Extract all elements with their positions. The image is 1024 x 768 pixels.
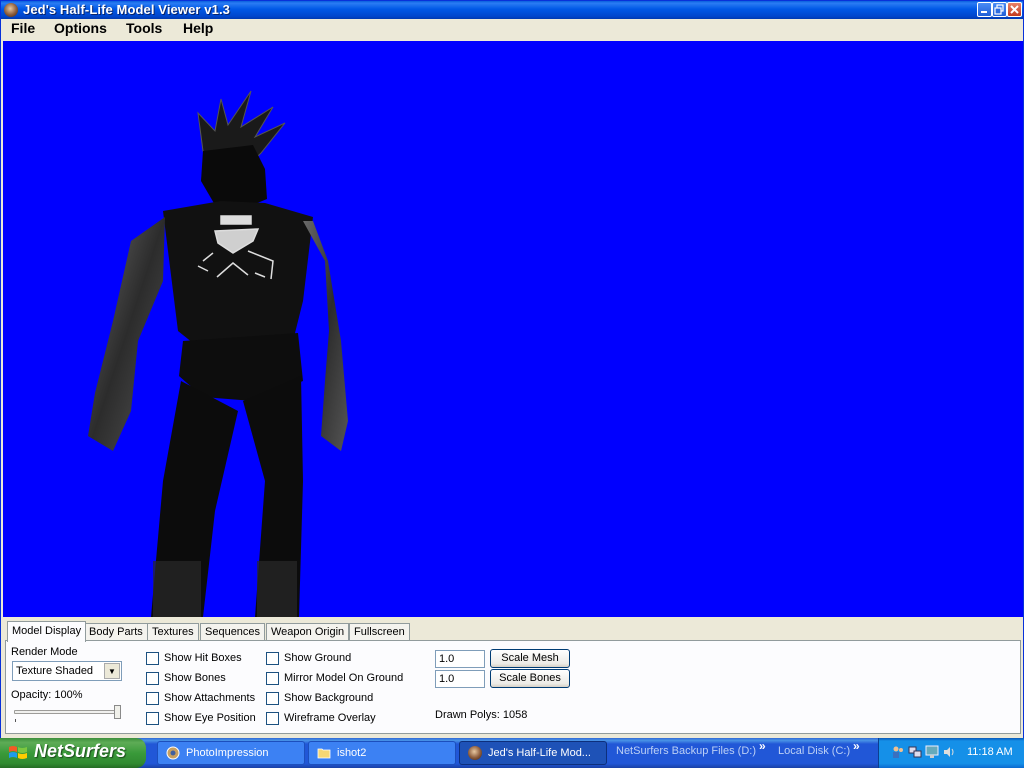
people-icon[interactable] xyxy=(891,745,905,759)
monitor-icon[interactable] xyxy=(925,745,939,759)
restore-icon xyxy=(994,4,1004,15)
maximize-button[interactable] xyxy=(992,2,1007,17)
slider-tick xyxy=(15,719,16,722)
opacity-label: Opacity: 100% xyxy=(11,689,83,701)
app-window: Jed's Half-Life Model Viewer v1.3 File O… xyxy=(0,0,1024,738)
opacity-slider-track[interactable] xyxy=(14,710,118,714)
toolbar-local-disk[interactable]: Local Disk (C:) xyxy=(778,745,850,757)
windows-logo-icon xyxy=(9,746,27,759)
menu-bar: File Options Tools Help xyxy=(1,19,1023,39)
show-ground-checkbox[interactable] xyxy=(266,652,279,665)
model-viewer-icon xyxy=(468,746,482,760)
scale-bones-input[interactable]: 1.0 xyxy=(435,670,485,688)
character-model xyxy=(88,90,348,617)
window-title: Jed's Half-Life Model Viewer v1.3 xyxy=(23,2,231,17)
scale-bones-button[interactable]: Scale Bones xyxy=(490,669,570,688)
show-bones-label: Show Bones xyxy=(164,672,226,684)
chevron-right-icon[interactable]: » xyxy=(759,739,766,753)
tab-body-parts[interactable]: Body Parts xyxy=(84,623,148,641)
drawn-polys-readout: Drawn Polys: 1058 xyxy=(435,709,528,721)
opacity-slider-thumb[interactable] xyxy=(114,705,121,719)
task-photoimpression[interactable]: PhotoImpression xyxy=(157,741,305,765)
task-ishot2[interactable]: ishot2 xyxy=(308,741,456,765)
taskbar: NetSurfers PhotoImpression ishot2 Jed's … xyxy=(0,738,1024,768)
volume-icon[interactable] xyxy=(942,745,956,759)
render-mode-value: Texture Shaded xyxy=(16,665,94,677)
show-hit-boxes-label: Show Hit Boxes xyxy=(164,652,242,664)
photoimpression-icon xyxy=(166,746,180,760)
menu-file[interactable]: File xyxy=(9,20,37,36)
title-bar[interactable]: Jed's Half-Life Model Viewer v1.3 xyxy=(1,1,1023,19)
wireframe-overlay-label: Wireframe Overlay xyxy=(284,712,376,724)
network-icon[interactable] xyxy=(908,745,922,759)
minimize-button[interactable] xyxy=(977,2,992,17)
menu-help[interactable]: Help xyxy=(181,20,215,36)
tab-sequences[interactable]: Sequences xyxy=(200,623,266,641)
render-mode-label: Render Mode xyxy=(11,646,78,658)
scale-mesh-button[interactable]: Scale Mesh xyxy=(490,649,570,668)
show-background-checkbox[interactable] xyxy=(266,692,279,705)
menu-tools[interactable]: Tools xyxy=(124,20,164,36)
close-button[interactable] xyxy=(1007,2,1022,17)
control-panel: Model Display Body Parts Textures Sequen… xyxy=(1,618,1023,738)
scale-bones-value: 1.0 xyxy=(439,673,455,685)
scale-mesh-value: 1.0 xyxy=(439,653,455,665)
show-eye-position-label: Show Eye Position xyxy=(164,712,256,724)
close-icon xyxy=(1010,5,1019,14)
model-viewport[interactable] xyxy=(3,41,1023,617)
show-attachments-checkbox[interactable] xyxy=(146,692,159,705)
tab-model-display[interactable]: Model Display xyxy=(7,621,87,642)
show-hit-boxes-checkbox[interactable] xyxy=(146,652,159,665)
show-background-label: Show Background xyxy=(284,692,374,704)
system-tray: 11:18 AM xyxy=(878,738,1024,768)
chevron-right-icon[interactable]: » xyxy=(853,739,860,753)
model-display-panel: Render Mode Texture Shaded ▼ Opacity: 10… xyxy=(5,640,1021,734)
minimize-icon xyxy=(981,11,987,13)
start-button[interactable]: NetSurfers xyxy=(0,738,146,768)
task-label: PhotoImpression xyxy=(186,747,269,759)
show-eye-position-checkbox[interactable] xyxy=(146,712,159,725)
show-attachments-label: Show Attachments xyxy=(164,692,256,704)
folder-icon xyxy=(317,748,331,759)
start-label: NetSurfers xyxy=(34,741,127,761)
tab-fullscreen[interactable]: Fullscreen xyxy=(349,623,410,641)
mirror-model-checkbox[interactable] xyxy=(266,672,279,685)
show-ground-label: Show Ground xyxy=(284,652,352,664)
task-label: ishot2 xyxy=(337,747,367,759)
show-bones-checkbox[interactable] xyxy=(146,672,159,685)
render-mode-select[interactable]: Texture Shaded ▼ xyxy=(12,661,122,681)
task-model-viewer[interactable]: Jed's Half-Life Mod... xyxy=(459,741,607,765)
chevron-down-icon[interactable]: ▼ xyxy=(104,663,120,679)
app-icon[interactable] xyxy=(4,3,18,17)
task-label: Jed's Half-Life Mod... xyxy=(488,747,591,759)
wireframe-overlay-checkbox[interactable] xyxy=(266,712,279,725)
tab-weapon-origin[interactable]: Weapon Origin xyxy=(266,623,350,641)
tab-textures[interactable]: Textures xyxy=(147,623,199,641)
toolbar-backup-drive[interactable]: NetSurfers Backup Files (D:) xyxy=(616,745,756,757)
menu-options[interactable]: Options xyxy=(52,20,109,36)
mirror-model-label: Mirror Model On Ground xyxy=(284,672,404,684)
clock: 11:18 AM xyxy=(967,746,1013,758)
scale-mesh-input[interactable]: 1.0 xyxy=(435,650,485,668)
